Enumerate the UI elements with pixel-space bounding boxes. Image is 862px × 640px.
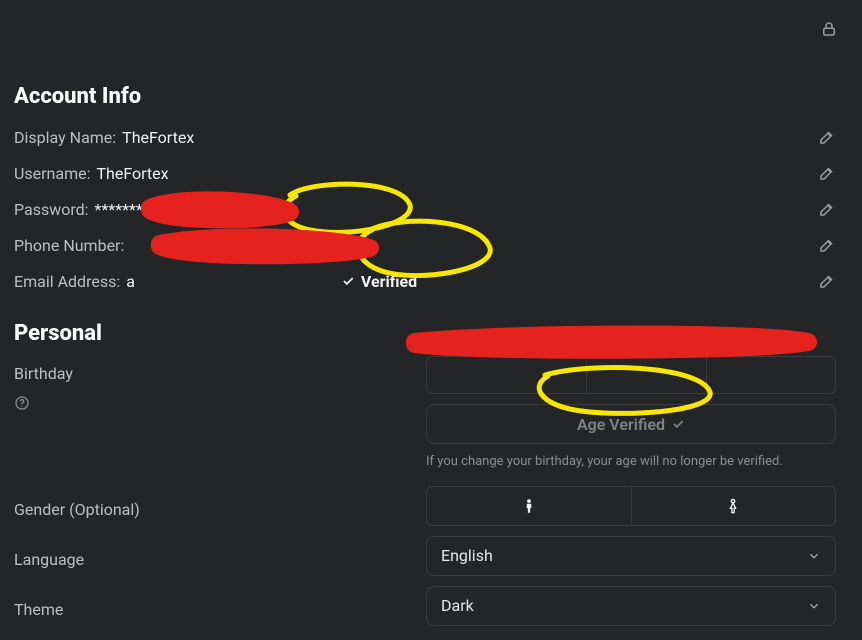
birthday-row: Birthday Age Verified If you change your… [14,356,836,472]
edit-display-name-button[interactable] [818,128,836,146]
edit-password-button[interactable] [818,200,836,218]
pencil-icon [818,164,836,182]
gender-female-button[interactable] [631,487,836,525]
chevron-down-icon [807,549,821,563]
pencil-icon [818,272,836,290]
theme-value: Dark [441,596,474,615]
edit-username-button[interactable] [818,164,836,182]
email-row: Email Address: a Verified [14,263,836,299]
phone-verified-badge: Verified [270,236,346,255]
theme-label: Theme [14,600,414,619]
display-name-row: Display Name: TheFortex [14,119,836,155]
lock-icon [820,20,838,38]
birthday-help-button[interactable] [14,395,30,411]
gender-row: Gender (Optional) [14,486,836,526]
birthday-year-select[interactable] [707,357,835,393]
pencil-icon [818,200,836,218]
account-info-heading: Account Info [14,84,836,109]
language-select[interactable]: English [426,536,836,576]
password-row: Password: ******* [14,191,836,227]
age-verified-label: Age Verified [577,415,665,434]
language-row: Language English [14,536,836,576]
birthday-hint: If you change your birthday, your age wi… [426,452,786,472]
display-name-label: Display Name: [14,128,116,147]
pencil-icon [818,128,836,146]
edit-email-button[interactable] [818,272,836,290]
phone-label: Phone Number: [14,236,124,255]
theme-select[interactable]: Dark [426,586,836,626]
birthday-month-select[interactable] [427,357,587,393]
email-value-fragment: a [126,272,135,291]
phone-verified-text: Verified [290,236,346,255]
check-icon [341,274,355,288]
birthday-selector[interactable] [426,356,836,394]
birthday-day-select[interactable] [587,357,707,393]
female-icon [724,497,742,515]
birthday-label: Birthday [14,364,414,383]
language-label: Language [14,550,414,569]
display-name-value: TheFortex [122,128,194,147]
male-icon [520,497,538,515]
password-value: ******* [95,200,143,219]
email-verified-badge: Verified [341,272,417,291]
personal-heading: Personal [14,321,836,346]
theme-row: Theme Dark [14,586,836,626]
gender-selector [426,486,836,526]
check-icon [671,417,685,431]
username-row: Username: TheFortex [14,155,836,191]
check-icon [270,238,284,252]
gender-male-button[interactable] [427,487,631,525]
username-value: TheFortex [96,164,168,183]
pencil-icon [818,236,836,254]
gender-label: Gender (Optional) [14,500,414,519]
email-verified-text: Verified [361,272,417,291]
chevron-down-icon [807,599,821,613]
question-circle-icon [14,395,30,411]
privacy-lock-button[interactable] [820,20,838,38]
language-value: English [441,546,493,565]
email-label: Email Address: [14,272,120,291]
phone-row: Phone Number: Verified [14,227,836,263]
edit-phone-button[interactable] [818,236,836,254]
username-label: Username: [14,164,90,183]
password-label: Password: [14,200,89,219]
age-verified-button[interactable]: Age Verified [426,404,836,444]
